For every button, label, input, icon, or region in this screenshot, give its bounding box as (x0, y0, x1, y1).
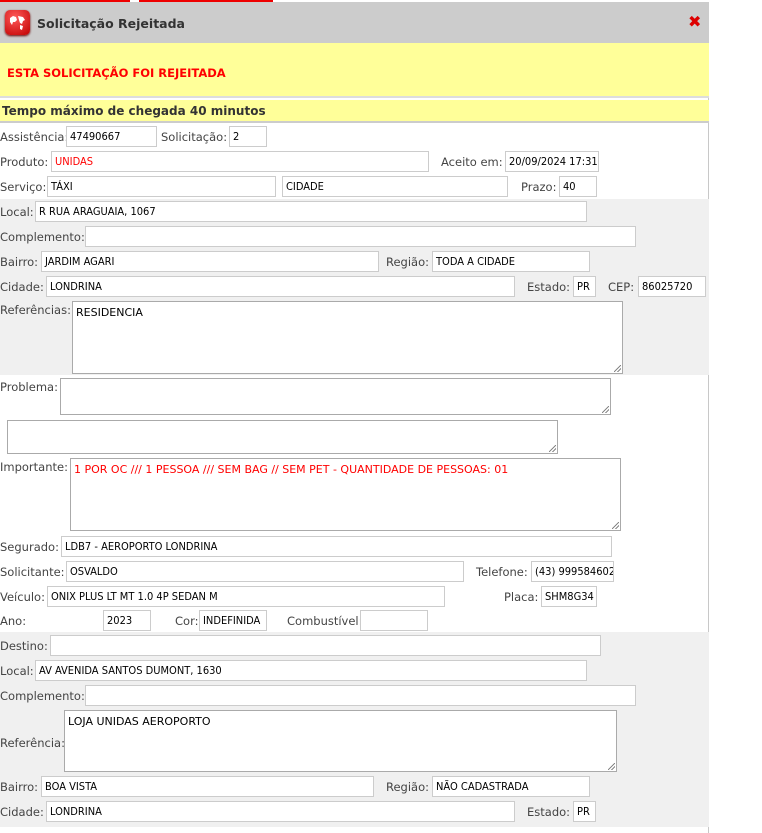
dest-cidade-field[interactable]: LONDRINA (46, 801, 515, 822)
dest-regiao-field[interactable]: NÃO CADASTRADA (432, 776, 590, 797)
dest-local-label: Local: (0, 664, 34, 678)
dest-complemento-label: Complemento: (0, 689, 85, 703)
world-map-icon (5, 10, 30, 35)
ano-field[interactable]: 2023 (103, 610, 151, 631)
combustivel-field[interactable] (360, 610, 428, 631)
solicitante-field[interactable]: OSVALDO (66, 561, 464, 582)
servico-label: Serviço: (0, 180, 47, 194)
prazo-label: Prazo: (521, 180, 557, 194)
telefone-label: Telefone: (476, 565, 528, 579)
servico-tipo-field[interactable]: CIDADE (282, 176, 508, 197)
servico-field[interactable]: TÁXI (47, 176, 276, 197)
importante-textarea[interactable]: 1 POR OC /// 1 PESSOA /// SEM BAG // SEM… (70, 458, 621, 531)
dialog-title: Solicitação Rejeitada (37, 16, 185, 31)
segurado-field[interactable]: LDB7 - AEROPORTO LONDRINA (61, 536, 612, 557)
veiculo-label: Veículo: (0, 590, 45, 604)
combustivel-label: Combustível: (287, 614, 363, 628)
regiao-label: Região: (386, 255, 430, 269)
destino-field[interactable] (50, 635, 601, 656)
dest-estado-field[interactable]: PR (573, 801, 596, 822)
regiao-field[interactable]: TODA A CIDADE (432, 251, 590, 272)
prazo-field[interactable]: 40 (559, 176, 597, 197)
assistencia-label: Assistência: (0, 130, 69, 144)
destino-label: Destino: (0, 639, 48, 653)
title-bar[interactable]: Solicitação Rejeitada ✖ (0, 2, 709, 43)
complemento-field[interactable] (85, 226, 636, 247)
local-field[interactable]: R RUA ARAGUAIA, 1067 (35, 201, 587, 222)
solicitante-label: Solicitante: (0, 565, 65, 579)
close-x-icon[interactable]: ✖ (688, 14, 701, 30)
eta-text: Tempo máximo de chegada 40 minutos (2, 104, 266, 118)
solicitacao-label: Solicitação: (161, 130, 228, 144)
dest-estado-label: Estado: (527, 805, 571, 819)
dest-local-field[interactable]: AV AVENIDA SANTOS DUMONT, 1630 (35, 660, 587, 681)
referencias-label: Referências: (0, 303, 71, 317)
dest-cidade-label: Cidade: (0, 805, 44, 819)
problema-label: Problema: (0, 380, 58, 394)
cep-label: CEP: (608, 280, 635, 294)
problema-textarea[interactable] (60, 378, 611, 415)
alert-message: ESTA SOLICITAÇÃO FOI REJEITADA (7, 66, 226, 80)
produto-field[interactable]: UNIDAS (51, 151, 429, 172)
ano-label: Ano: (0, 614, 27, 628)
cor-field[interactable]: INDEFINIDA (199, 610, 267, 631)
veiculo-field[interactable]: ONIX PLUS LT MT 1.0 4P SEDAN M (47, 586, 445, 607)
placa-field[interactable]: SHM8G34 (541, 586, 597, 607)
eta-banner: Tempo máximo de chegada 40 minutos (0, 100, 709, 123)
bairro-label: Bairro: (0, 255, 39, 269)
dest-referencia-textarea[interactable]: LOJA UNIDAS AEROPORTO (64, 710, 617, 772)
estado-label: Estado: (527, 280, 571, 294)
dest-regiao-label: Região: (386, 780, 430, 794)
referencias-textarea[interactable]: RESIDENCIA (72, 301, 623, 374)
solicitacao-field[interactable]: 2 (229, 126, 267, 147)
cidade-label: Cidade: (0, 280, 44, 294)
dest-referencia-label: Referência: (0, 736, 65, 750)
cor-label: Cor: (175, 614, 199, 628)
problema-extra-textarea[interactable] (7, 420, 558, 454)
placa-label: Placa: (504, 590, 539, 604)
dest-bairro-label: Bairro: (0, 780, 39, 794)
estado-field[interactable]: PR (573, 276, 596, 297)
rejected-alert: ESTA SOLICITAÇÃO FOI REJEITADA (0, 43, 709, 98)
dest-complemento-field[interactable] (85, 685, 636, 706)
dest-bairro-field[interactable]: BOA VISTA (41, 776, 374, 797)
produto-label: Produto: (0, 155, 49, 169)
aceito-label: Aceito em: (441, 155, 503, 169)
telefone-field[interactable]: (43) 999584602 (531, 561, 614, 582)
importante-label: Importante: (0, 460, 68, 474)
cidade-field[interactable]: LONDRINA (46, 276, 515, 297)
segurado-label: Segurado: (0, 540, 59, 554)
bairro-field[interactable]: JARDIM AGARI (41, 251, 379, 272)
cep-field[interactable]: 86025720 (638, 276, 706, 297)
local-label: Local: (0, 205, 34, 219)
complemento-label: Complemento: (0, 230, 85, 244)
assistencia-field[interactable]: 47490667 (66, 126, 157, 147)
aceito-field[interactable]: 20/09/2024 17:31 (505, 151, 599, 172)
